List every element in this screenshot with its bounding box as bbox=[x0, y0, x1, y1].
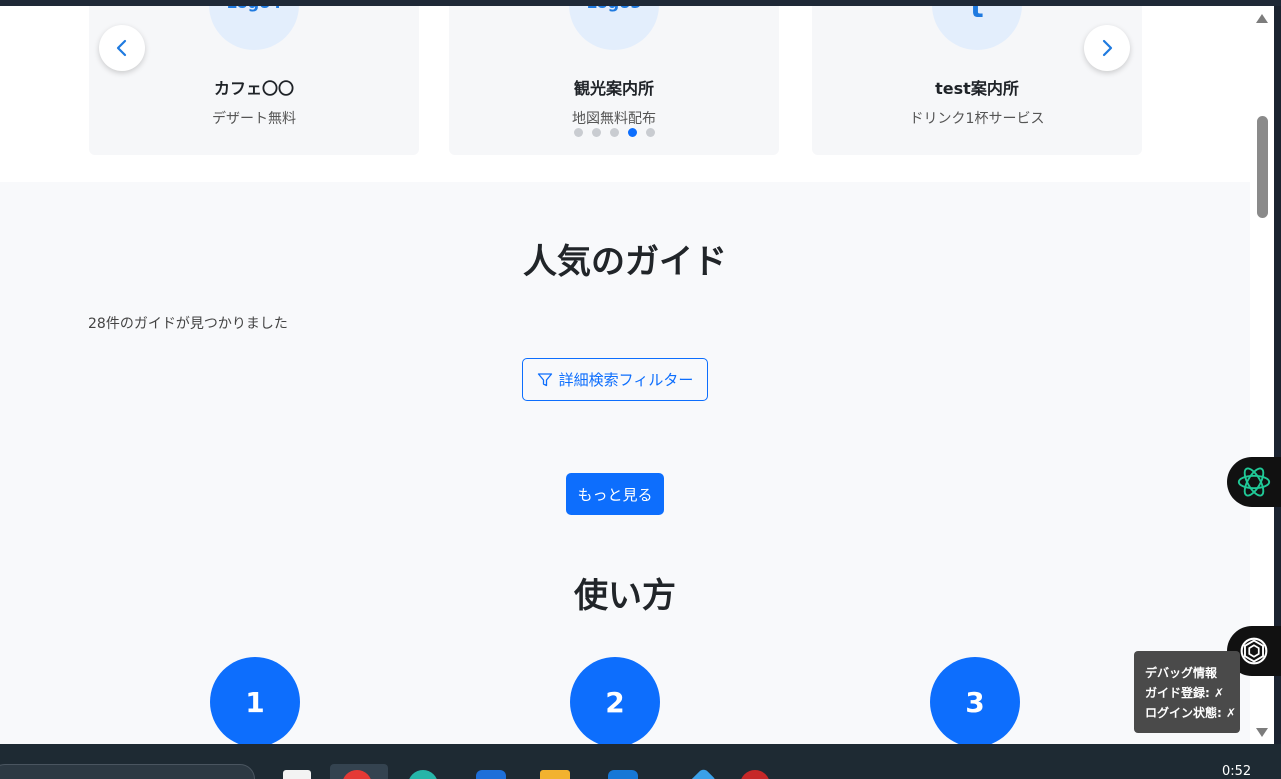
taskbar-folder-icon[interactable] bbox=[540, 770, 570, 779]
page-viewport: Logo4 カフェ〇〇 デザート無料 Logo5 観光案内所 地図無料配布 t … bbox=[0, 6, 1250, 744]
card-name: 観光案内所 bbox=[573, 79, 654, 98]
advanced-filter-button[interactable]: 詳細検索フィルター bbox=[522, 358, 708, 401]
card-perk: 地図無料配布 bbox=[572, 111, 656, 127]
card-logo: t bbox=[932, 6, 1022, 50]
guides-section-title: 人気のガイド bbox=[523, 242, 727, 282]
step-number-1: 1 bbox=[210, 657, 300, 744]
card-perk: ドリンク1杯サービス bbox=[909, 111, 1045, 127]
guide-result-count: 28件のガイドが見つかりました bbox=[88, 316, 288, 332]
debug-login-state: ログイン状態: ✗ bbox=[1145, 706, 1237, 720]
taskbar-search-box[interactable] bbox=[0, 764, 255, 779]
carousel-dot-active[interactable] bbox=[628, 128, 637, 137]
howto-section-title: 使い方 bbox=[574, 576, 676, 616]
load-more-button[interactable]: もっと見る bbox=[566, 473, 664, 515]
carousel-dot[interactable] bbox=[592, 128, 601, 137]
chevron-right-icon bbox=[1102, 39, 1113, 57]
debug-info-panel: デバッグ情報 ガイド登録: ✗ ログイン状態: ✗ bbox=[1134, 651, 1240, 733]
carousel-dot[interactable] bbox=[610, 128, 619, 137]
partner-carousel: Logo4 カフェ〇〇 デザート無料 Logo5 観光案内所 地図無料配布 t … bbox=[0, 6, 1250, 182]
filter-icon bbox=[537, 372, 552, 386]
debug-title: デバッグ情報 bbox=[1145, 666, 1218, 680]
openai-icon bbox=[1240, 637, 1268, 665]
taskbar-app-icon[interactable] bbox=[283, 770, 311, 779]
debug-guide-registered: ガイド登録: ✗ bbox=[1145, 686, 1225, 700]
carousel-dots bbox=[574, 128, 655, 137]
os-taskbar: 0:52 bbox=[0, 744, 1281, 779]
taskbar-clock: 0:52 bbox=[1222, 764, 1252, 779]
scroll-thumb[interactable] bbox=[1257, 116, 1268, 218]
step-number-3: 3 bbox=[930, 657, 1020, 744]
carousel-prev-button[interactable] bbox=[99, 25, 145, 71]
taskbar-edge-icon[interactable] bbox=[408, 770, 438, 779]
card-perk: デザート無料 bbox=[212, 111, 296, 127]
advanced-filter-label: 詳細検索フィルター bbox=[558, 371, 694, 389]
carousel-card[interactable]: t test案内所 ドリンク1杯サービス bbox=[812, 6, 1142, 155]
carousel-card[interactable]: Logo4 カフェ〇〇 デザート無料 bbox=[89, 6, 419, 155]
chevron-left-icon bbox=[116, 39, 127, 57]
card-logo: Logo5 bbox=[569, 6, 659, 50]
taskbar-app-icon[interactable] bbox=[740, 770, 770, 779]
step-number-2: 2 bbox=[570, 657, 660, 744]
carousel-next-button[interactable] bbox=[1084, 25, 1130, 71]
taskbar-app-icon[interactable] bbox=[682, 767, 718, 779]
scroll-down-arrow-icon[interactable] bbox=[1256, 728, 1268, 737]
taskbar-vscode-icon[interactable] bbox=[608, 770, 638, 779]
card-name: test案内所 bbox=[935, 79, 1019, 98]
ai-assistant-button[interactable] bbox=[1227, 457, 1281, 507]
carousel-dot[interactable] bbox=[646, 128, 655, 137]
card-logo: Logo4 bbox=[209, 6, 299, 50]
carousel-dot[interactable] bbox=[574, 128, 583, 137]
atom-icon bbox=[1237, 467, 1271, 497]
taskbar-app-icon[interactable] bbox=[476, 770, 506, 779]
scroll-up-arrow-icon[interactable] bbox=[1256, 14, 1268, 23]
card-name: カフェ〇〇 bbox=[213, 79, 294, 98]
